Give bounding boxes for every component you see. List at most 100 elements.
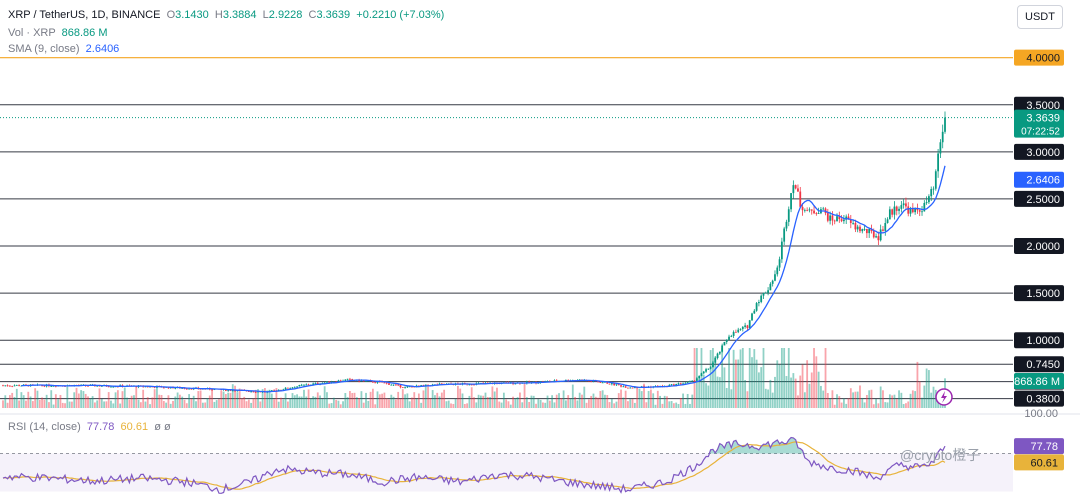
volume-bar: [66, 386, 69, 408]
volume-bar: [73, 392, 76, 408]
volume-bar: [716, 376, 719, 408]
candle-body: [365, 380, 367, 382]
volume-bar: [277, 401, 280, 408]
volume-bar: [358, 398, 361, 408]
volume-bar: [300, 396, 303, 408]
volume-bar: [59, 394, 62, 408]
volume-bar: [638, 388, 641, 408]
candle-body: [401, 387, 404, 389]
candle-body: [893, 206, 896, 215]
candle-body: [339, 380, 342, 382]
candle-body: [898, 208, 900, 211]
volume-bar: [312, 396, 315, 408]
candle-body: [774, 274, 776, 281]
volume-bar: [332, 397, 335, 408]
volume-bar: [645, 402, 648, 408]
candle-body: [13, 385, 16, 387]
volume-bar: [96, 400, 99, 408]
volume-bar: [463, 404, 466, 408]
volume-bar: [594, 396, 597, 408]
candle-body: [211, 389, 213, 391]
currency-button[interactable]: USDT: [1017, 5, 1063, 29]
volume-bar: [337, 400, 340, 408]
volume-legend: Vol · XRP 868.86 M: [8, 27, 108, 39]
volume-bar: [863, 402, 866, 408]
candle-body: [888, 209, 891, 220]
volume-bar: [454, 398, 457, 408]
volume-bar: [158, 394, 161, 408]
sma-legend: SMA (9, close) 2.6406: [8, 43, 119, 55]
volume-bar: [558, 393, 560, 408]
volume-bar: [820, 385, 822, 408]
candle-body: [854, 222, 857, 230]
volume-bar: [542, 402, 544, 408]
candle-body: [392, 384, 395, 386]
candle-body: [185, 388, 188, 390]
candle-body: [718, 351, 721, 354]
candle-body: [810, 209, 813, 211]
candle-body: [300, 384, 303, 386]
volume-bar: [535, 403, 537, 408]
volume-bar: [705, 383, 707, 408]
volume-bar: [406, 393, 409, 408]
candle-body: [231, 390, 234, 392]
volume-bar: [684, 403, 687, 408]
volume-bar: [98, 388, 101, 408]
price-level-label: 3.0000: [1026, 147, 1060, 159]
volume-bar: [712, 348, 714, 408]
volume-bar: [677, 403, 680, 408]
volume-bar: [314, 396, 317, 408]
volume-bar: [479, 395, 482, 408]
sma-9-line: [21, 165, 946, 393]
volume-bar: [284, 393, 287, 408]
candle-body: [631, 387, 634, 389]
volume-bar: [220, 390, 223, 408]
volume-bar: [404, 394, 406, 408]
volume-bar: [898, 390, 900, 408]
low-value: 2.9228: [268, 9, 303, 21]
volume-label: 868.86 M: [1014, 376, 1060, 388]
volume-bar: [114, 392, 117, 408]
volume-bar: [397, 391, 400, 408]
volume-bar: [571, 384, 574, 408]
candle-body: [884, 223, 887, 231]
candle-body: [6, 385, 9, 387]
volume-bar: [224, 394, 227, 408]
rsi-value-label: 77.78: [1030, 441, 1058, 453]
candle-body: [716, 353, 719, 359]
volume-bar: [470, 387, 473, 408]
volume-bar: [845, 403, 848, 408]
volume-bar: [82, 391, 85, 408]
volume-bar: [452, 403, 455, 408]
candle-body: [314, 382, 317, 384]
volume-bar: [647, 390, 650, 408]
volume-bar: [748, 348, 751, 408]
volume-bar: [45, 394, 48, 408]
volume-label: Vol · XRP: [8, 27, 56, 39]
volume-bar: [799, 375, 802, 408]
candle-body: [291, 387, 294, 389]
candles: [2, 111, 946, 394]
volume-bar: [401, 389, 404, 408]
volume-bar: [567, 395, 570, 408]
candle-body: [863, 228, 866, 230]
volume-bar: [234, 385, 236, 408]
volume-bar: [34, 388, 37, 408]
volume-bar: [473, 397, 475, 408]
volume-bar: [548, 400, 551, 408]
volume-bar: [532, 395, 535, 408]
candle-body: [941, 131, 944, 143]
volume-bar: [537, 399, 540, 408]
candle-body: [686, 381, 689, 383]
volume-bar: [484, 392, 487, 408]
volume-bar: [259, 401, 262, 408]
volume-bar: [27, 391, 30, 408]
price-scale: 4.00003.50003.00002.50002.00001.50001.00…: [935, 49, 1064, 471]
volume-bar: [670, 401, 673, 408]
volume-bar: [64, 403, 66, 408]
volume-bar: [116, 390, 119, 408]
volume-bar: [555, 394, 558, 408]
candle-body: [712, 362, 714, 368]
candle-body: [388, 383, 390, 385]
volume-value: 868.86 M: [61, 27, 108, 39]
